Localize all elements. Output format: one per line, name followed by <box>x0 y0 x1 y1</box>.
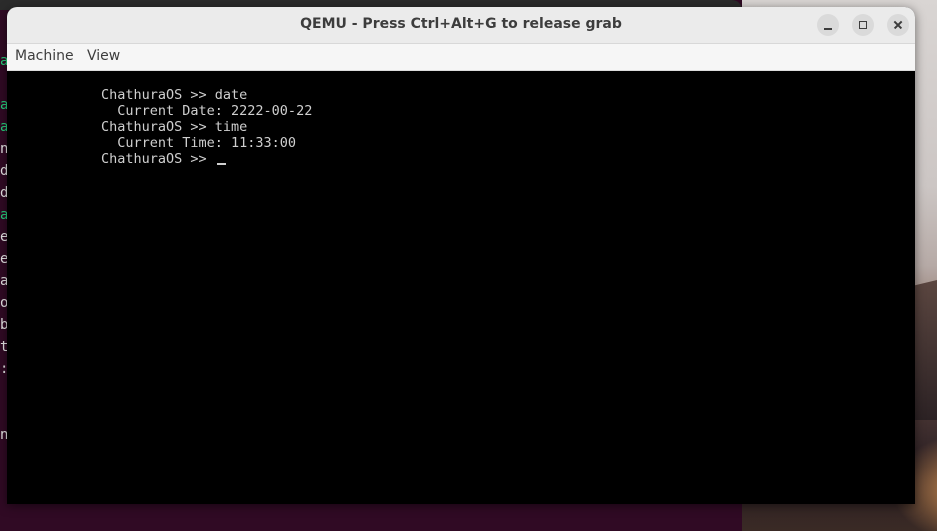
window-titlebar[interactable]: QEMU - Press Ctrl+Alt+G to release grab <box>7 7 915 44</box>
console-prompt-line[interactable]: ChathuraOS >> <box>101 151 312 167</box>
menu-machine[interactable]: Machine <box>15 48 74 64</box>
console-line: Current Time: 11:33:00 <box>101 135 297 151</box>
desktop: a a a n d d a e e a o b t : n QEMU - Pre… <box>0 0 937 531</box>
vm-console: ChathuraOS >> date Current Date: 2222-00… <box>101 87 312 167</box>
console-line: Current Date: 2222-00-22 <box>101 103 313 119</box>
menu-view[interactable]: View <box>87 48 120 64</box>
console-line: ChathuraOS >> date <box>101 87 248 103</box>
close-icon <box>887 14 909 36</box>
window-title: QEMU - Press Ctrl+Alt+G to release grab <box>300 16 622 32</box>
vm-screen[interactable]: ChathuraOS >> date Current Date: 2222-00… <box>7 71 915 504</box>
console-line: ChathuraOS >> time <box>101 119 248 135</box>
text-cursor <box>216 163 226 165</box>
minimize-icon <box>817 14 839 36</box>
menu-bar: Machine View <box>7 44 915 71</box>
console-prompt: ChathuraOS >> <box>101 151 215 167</box>
maximize-icon <box>852 14 874 36</box>
qemu-window[interactable]: QEMU - Press Ctrl+Alt+G to release grab … <box>7 7 915 504</box>
maximize-button[interactable] <box>852 14 874 36</box>
minimize-button[interactable] <box>817 14 839 36</box>
close-button[interactable] <box>887 14 909 36</box>
